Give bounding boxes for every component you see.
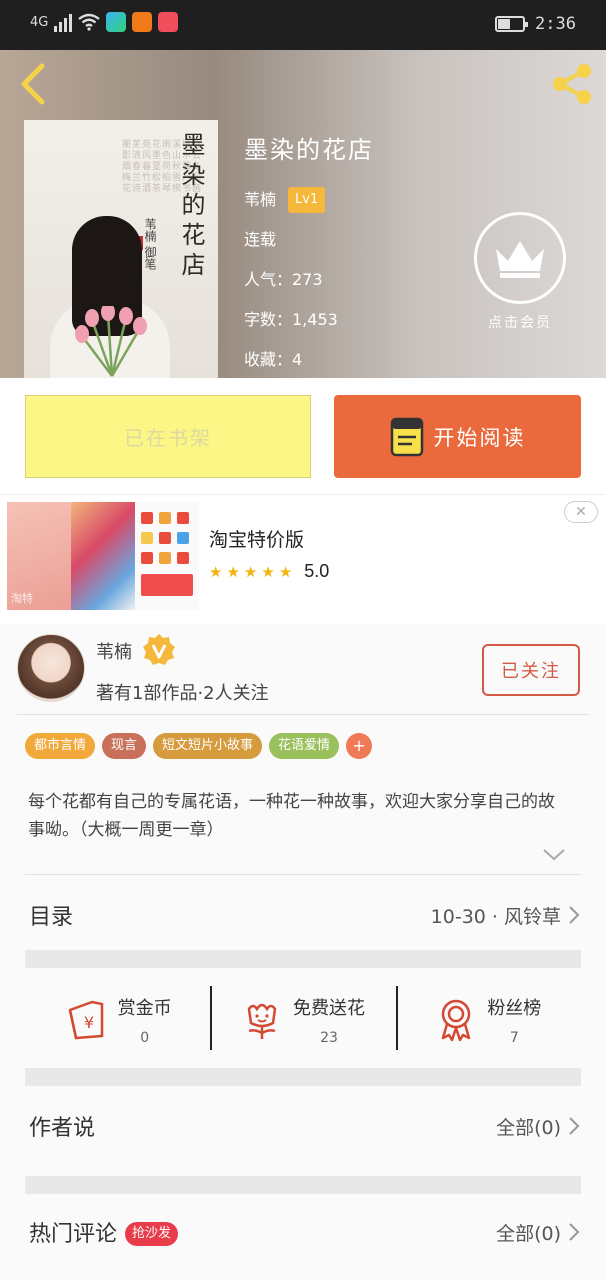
status-time: 2:36 — [535, 14, 576, 34]
book-word-count: 字数：1,453 — [244, 310, 338, 329]
book-popularity: 人气：273 — [244, 270, 323, 289]
author-stats: 著有1部作品·2人关注 — [96, 683, 269, 704]
chevron-right-icon — [569, 906, 580, 924]
ad-title: 淘宝特价版 — [209, 530, 305, 551]
ad-close-button[interactable]: ✕ — [564, 501, 598, 523]
hot-comments-row[interactable]: 热门评论 抢沙发 全部(0) — [25, 1192, 581, 1272]
flower-icon — [247, 1003, 277, 1039]
author-says-label: 作者说 — [29, 1116, 96, 1141]
hot-comments-label: 热门评论 — [29, 1222, 118, 1247]
ad-image-1: 淘特 — [7, 502, 71, 610]
chevron-right-icon — [569, 1223, 580, 1241]
ad-rating: ★ ★ ★ ★ ★ 5.0 — [209, 561, 329, 582]
star-icon: ★ — [278, 562, 293, 581]
free-flower-stat[interactable]: 免费送花 23 — [210, 972, 395, 1068]
chevron-right-icon — [569, 1117, 580, 1135]
ad-images: 淘特 — [7, 502, 199, 610]
wifi-icon — [78, 13, 101, 31]
stats-bar: ¥ 赏金币 0 免费送花 23 粉丝榜 7 — [25, 972, 581, 1068]
status-bar: 4G 2:36 — [0, 0, 606, 50]
battery-icon — [495, 16, 529, 32]
book-info: 墨染的花店 苇楠 Lv1 连载 人气：273 字数：1,453 收藏：4 — [244, 130, 374, 378]
book-header: 蘅芜苑花雨溪桃竹影清风墨色山水云烟春暮夏荷秋菊冬梅兰竹松柏雪月风花诗酒茶琴棋书画… — [0, 50, 606, 378]
network-label: 4G — [30, 14, 49, 30]
star-icon: ★ — [243, 562, 258, 581]
fan-rank-medal-icon — [442, 999, 471, 1042]
verified-v-icon — [143, 634, 175, 665]
chevron-down-icon[interactable] — [540, 844, 568, 864]
catalog-latest-chapter: 10-30 · 风铃草 — [430, 905, 561, 928]
author-says-count: 全部(0) — [496, 1116, 561, 1139]
status-right: 2:36 — [495, 14, 576, 34]
vip-button[interactable]: 点击会员 — [472, 212, 568, 332]
star-icon: ★ — [209, 562, 223, 581]
video-app-icon — [106, 12, 127, 32]
divider — [17, 714, 589, 715]
tag-3[interactable]: 花语爱情 — [269, 733, 340, 759]
cover-title: 墨染的花店 — [177, 132, 205, 282]
share-icon[interactable] — [548, 60, 596, 108]
back-arrow-icon[interactable] — [14, 62, 54, 106]
sofa-badge: 抢沙发 — [125, 1222, 179, 1246]
stat-label: 赏金币 — [117, 998, 172, 1019]
signal-icon — [54, 12, 73, 32]
section-gap — [25, 1068, 581, 1086]
author-says-row[interactable]: 作者说 全部(0) — [25, 1086, 581, 1166]
author-avatar[interactable] — [17, 634, 85, 702]
tag-2[interactable]: 短文短片小故事 — [153, 733, 263, 759]
in-bookshelf-button[interactable]: 已在书架 — [25, 395, 311, 478]
book-cover[interactable]: 蘅芜苑花雨溪桃竹影清风墨色山水云烟春暮夏荷秋菊冬梅兰竹松柏雪月风花诗酒茶琴棋书画… — [24, 120, 218, 378]
reward-coin-stat[interactable]: ¥ 赏金币 0 — [25, 972, 210, 1068]
catalog-row[interactable]: 目录 10-30 · 风铃草 — [25, 875, 581, 955]
advertisement[interactable]: 淘特 淘宝特价版 ★ ★ ★ ★ ★ 5.0 ✕ — [0, 494, 606, 624]
follow-button[interactable]: 已关注 — [482, 644, 580, 696]
stat-value: 23 — [320, 1030, 338, 1046]
catalog-label: 目录 — [29, 905, 74, 930]
cover-tulips — [75, 306, 147, 377]
tag-list: 都市言情 现言 短文短片小故事 花语爱情 + — [25, 733, 373, 759]
cover-signature: 苇楠 御笔 — [143, 218, 157, 270]
book-description: 每个花都有自己的专属花语，一种花一种故事，欢迎大家分享自己的故事呦。（大概一周更… — [28, 792, 555, 840]
level-badge: Lv1 — [288, 187, 326, 213]
svg-text:¥: ¥ — [84, 1013, 94, 1032]
star-icon: ★ — [261, 562, 275, 581]
book-title: 墨染的花店 — [244, 136, 374, 164]
star-icon: ★ — [226, 562, 240, 581]
author-name[interactable]: 苇楠 — [96, 638, 132, 664]
action-bar: 已在书架 开始阅读 — [0, 378, 606, 494]
author-section: 苇楠 著有1部作品·2人关注 已关注 都市言情 现言 短文短片小故事 花语爱情 … — [0, 624, 606, 1280]
book-icon — [390, 417, 423, 456]
hot-comments-count: 全部(0) — [496, 1222, 561, 1245]
status-left: 4G — [30, 12, 179, 32]
hot-comments-title: 热门评论 抢沙发 — [25, 1216, 179, 1248]
start-reading-button[interactable]: 开始阅读 — [334, 395, 581, 478]
fan-rank-stat[interactable]: 粉丝榜 7 — [395, 972, 581, 1068]
book-favorites: 收藏：4 — [244, 350, 303, 369]
reader-app-icon — [132, 12, 153, 32]
book-status: 连载 — [244, 230, 277, 249]
section-gap — [25, 950, 581, 968]
stat-label: 免费送花 — [292, 998, 365, 1019]
stat-value: 7 — [509, 1030, 519, 1046]
ad-image-2 — [71, 502, 135, 610]
ad-rating-value: 5.0 — [304, 561, 330, 581]
more-tags-button[interactable]: + — [346, 733, 373, 759]
start-reading-label: 开始阅读 — [433, 425, 526, 450]
close-icon: ✕ — [575, 504, 587, 520]
book-author[interactable]: 苇楠 — [244, 187, 276, 213]
ad-image-3 — [135, 502, 199, 610]
tag-1[interactable]: 现言 — [102, 733, 147, 759]
stat-value: 0 — [140, 1030, 150, 1046]
author-row: 苇楠 Lv1 — [244, 187, 374, 227]
tag-0[interactable]: 都市言情 — [25, 733, 96, 759]
stat-label: 粉丝榜 — [487, 998, 542, 1019]
reward-coin-icon: ¥ — [68, 1000, 103, 1040]
shop-app-icon — [158, 12, 179, 32]
ad-image-badge: 淘特 — [11, 592, 33, 605]
vip-label: 点击会员 — [488, 315, 552, 331]
crown-icon — [474, 212, 566, 304]
